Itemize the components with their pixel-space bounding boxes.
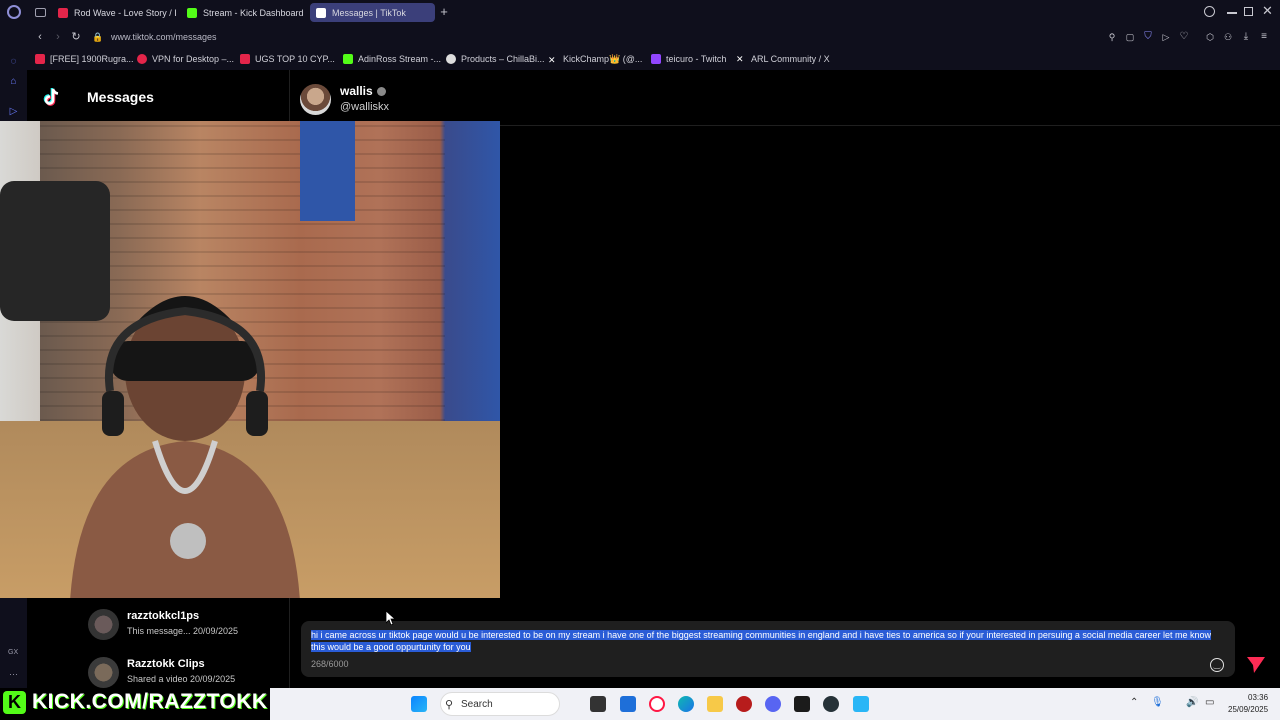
pin-icon[interactable]: ⚲ [1106,31,1118,43]
player-sidebar-icon[interactable]: ▷ [8,106,19,117]
streamer-figure [70,296,300,598]
x-icon: ✕ [548,54,556,65]
blue-panel [300,121,355,221]
microphone-icon[interactable]: 🎙 [1151,697,1164,708]
bookmark-1[interactable]: [FREE] 1900Rugra... [35,54,134,64]
reload-icon[interactable]: ↻ [70,31,82,43]
recipient-name[interactable]: wallis [340,84,386,98]
opera-gx-icon[interactable] [649,696,665,712]
search-icon: ⚲ [445,699,454,711]
bookmark-3[interactable]: UGS TOP 10 CYP... [240,54,335,64]
bookmark-5[interactable]: Products – ChillaBi... [446,54,545,64]
vpn-icon [137,54,147,64]
url-field[interactable]: www.tiktok.com/messages [111,32,217,42]
char-count: 268/6000 [311,659,349,669]
avatar [88,609,119,640]
player-icon[interactable]: ▷ [1160,31,1172,43]
bookmark-7[interactable]: teicuro - Twitch [651,54,726,64]
extensions-icon[interactable]: ⬡ [1204,31,1216,43]
app-red-icon[interactable] [736,696,752,712]
message-input[interactable]: hi i came across ur tiktok page would u … [301,621,1235,677]
youtube-icon [240,54,250,64]
maximize-icon[interactable] [1244,7,1253,16]
back-icon[interactable]: ‹ [34,31,46,43]
emoji-icon[interactable]: ‿ [1210,658,1224,672]
new-tab-icon[interactable]: + [438,5,450,19]
status-dot-icon [376,86,386,96]
lock-icon: 🔒 [92,32,104,42]
chat-item-razztokkcl1ps[interactable]: razztokkcl1ps This message... 20/09/2025 [88,609,288,649]
windows-taskbar: ⚲ Search ⌃ 🎙 🔊 ▭ 03:36 25/09/2025 [270,688,1280,720]
task-view-icon[interactable] [590,696,606,712]
workspace-icon[interactable]: ⌂ [8,76,19,87]
volume-icon[interactable]: 🔊 [1186,697,1198,708]
mouse-cursor-icon [385,610,397,626]
avatar [88,657,119,688]
x-icon: ✕ [736,54,744,64]
kick-icon [343,54,353,64]
tiktok-icon [316,7,326,18]
gx-label[interactable]: GX [8,649,18,656]
file-explorer-icon[interactable] [707,696,723,712]
more-icon[interactable]: ··· [9,669,18,679]
tab-rod-wave[interactable]: Rod Wave - Love Story / I [52,3,178,22]
youtube-icon [58,7,68,18]
tab-kick-dashboard[interactable]: Stream - Kick Dashboard [181,3,307,22]
youtube-icon [35,54,45,64]
store-icon[interactable] [620,696,636,712]
shield-icon[interactable]: ⛉ [1142,31,1154,43]
search-tabs-icon[interactable] [1204,6,1215,17]
discord-icon[interactable] [765,696,781,712]
bookmark-4[interactable]: AdinRoss Stream -... [343,54,441,64]
battery-icon[interactable]: ▭ [1205,697,1214,708]
taskbar-search[interactable]: ⚲ Search [440,692,560,716]
snapshot-icon[interactable]: ▢ [1124,31,1136,43]
windows-start-icon[interactable] [411,696,427,712]
page-title: Messages [87,89,154,105]
kick-icon [187,7,197,18]
account-icon[interactable]: ⚇ [1222,31,1234,43]
bookmark-2[interactable]: VPN for Desktop –... [137,54,234,64]
clock-date[interactable]: 25/09/2025 [1228,705,1268,714]
kick-logo-icon: K [3,691,26,714]
heart-icon[interactable]: ♡ [1178,31,1190,43]
browser-addressbar: ‹ › ↻ 🔒 www.tiktok.com/messages ⚲ ▢ ⛉ ▷ … [0,25,1280,51]
message-text[interactable]: hi i came across ur tiktok page would u … [311,629,1211,653]
forward-icon[interactable]: › [52,31,64,43]
tray-chevron-icon[interactable]: ⌃ [1130,697,1138,708]
globe-icon [446,54,456,64]
recipient-handle: @walliskx [340,101,390,113]
minimize-icon[interactable] [1227,12,1237,14]
close-window-icon[interactable]: ✕ [1262,4,1274,18]
app-black-icon[interactable] [823,696,839,712]
send-icon[interactable] [1246,656,1266,674]
twitch-icon [651,54,661,64]
aria-icon[interactable]: ◌ [8,56,19,67]
recipient-avatar[interactable] [300,84,331,115]
edge-icon[interactable] [678,696,694,712]
notepad-icon[interactable] [853,696,869,712]
download-icon[interactable]: ⤓ [1240,31,1252,43]
menu-icon[interactable]: ≡ [1258,31,1270,43]
tab-menu-icon[interactable] [35,8,46,17]
bookmark-8[interactable]: ✕ ARL Community / X [736,54,830,64]
tab-tiktok-messages[interactable]: Messages | TikTok [310,3,435,22]
bookmark-6[interactable]: ✕ KickChamp👑 (@... [548,54,642,65]
webcam-overlay [0,121,500,598]
tiktok-logo-icon[interactable] [41,86,63,108]
browser-tabbar: Rod Wave - Love Story / I Stream - Kick … [0,0,1280,25]
clock-time[interactable]: 03:36 [1248,693,1268,702]
kick-banner-text: KICK.COM/RAZZTOKK [32,690,268,713]
terminal-icon[interactable] [794,696,810,712]
opera-logo-icon[interactable] [7,5,21,19]
bookmarks-bar: [FREE] 1900Rugra... VPN for Desktop –...… [0,51,1280,70]
